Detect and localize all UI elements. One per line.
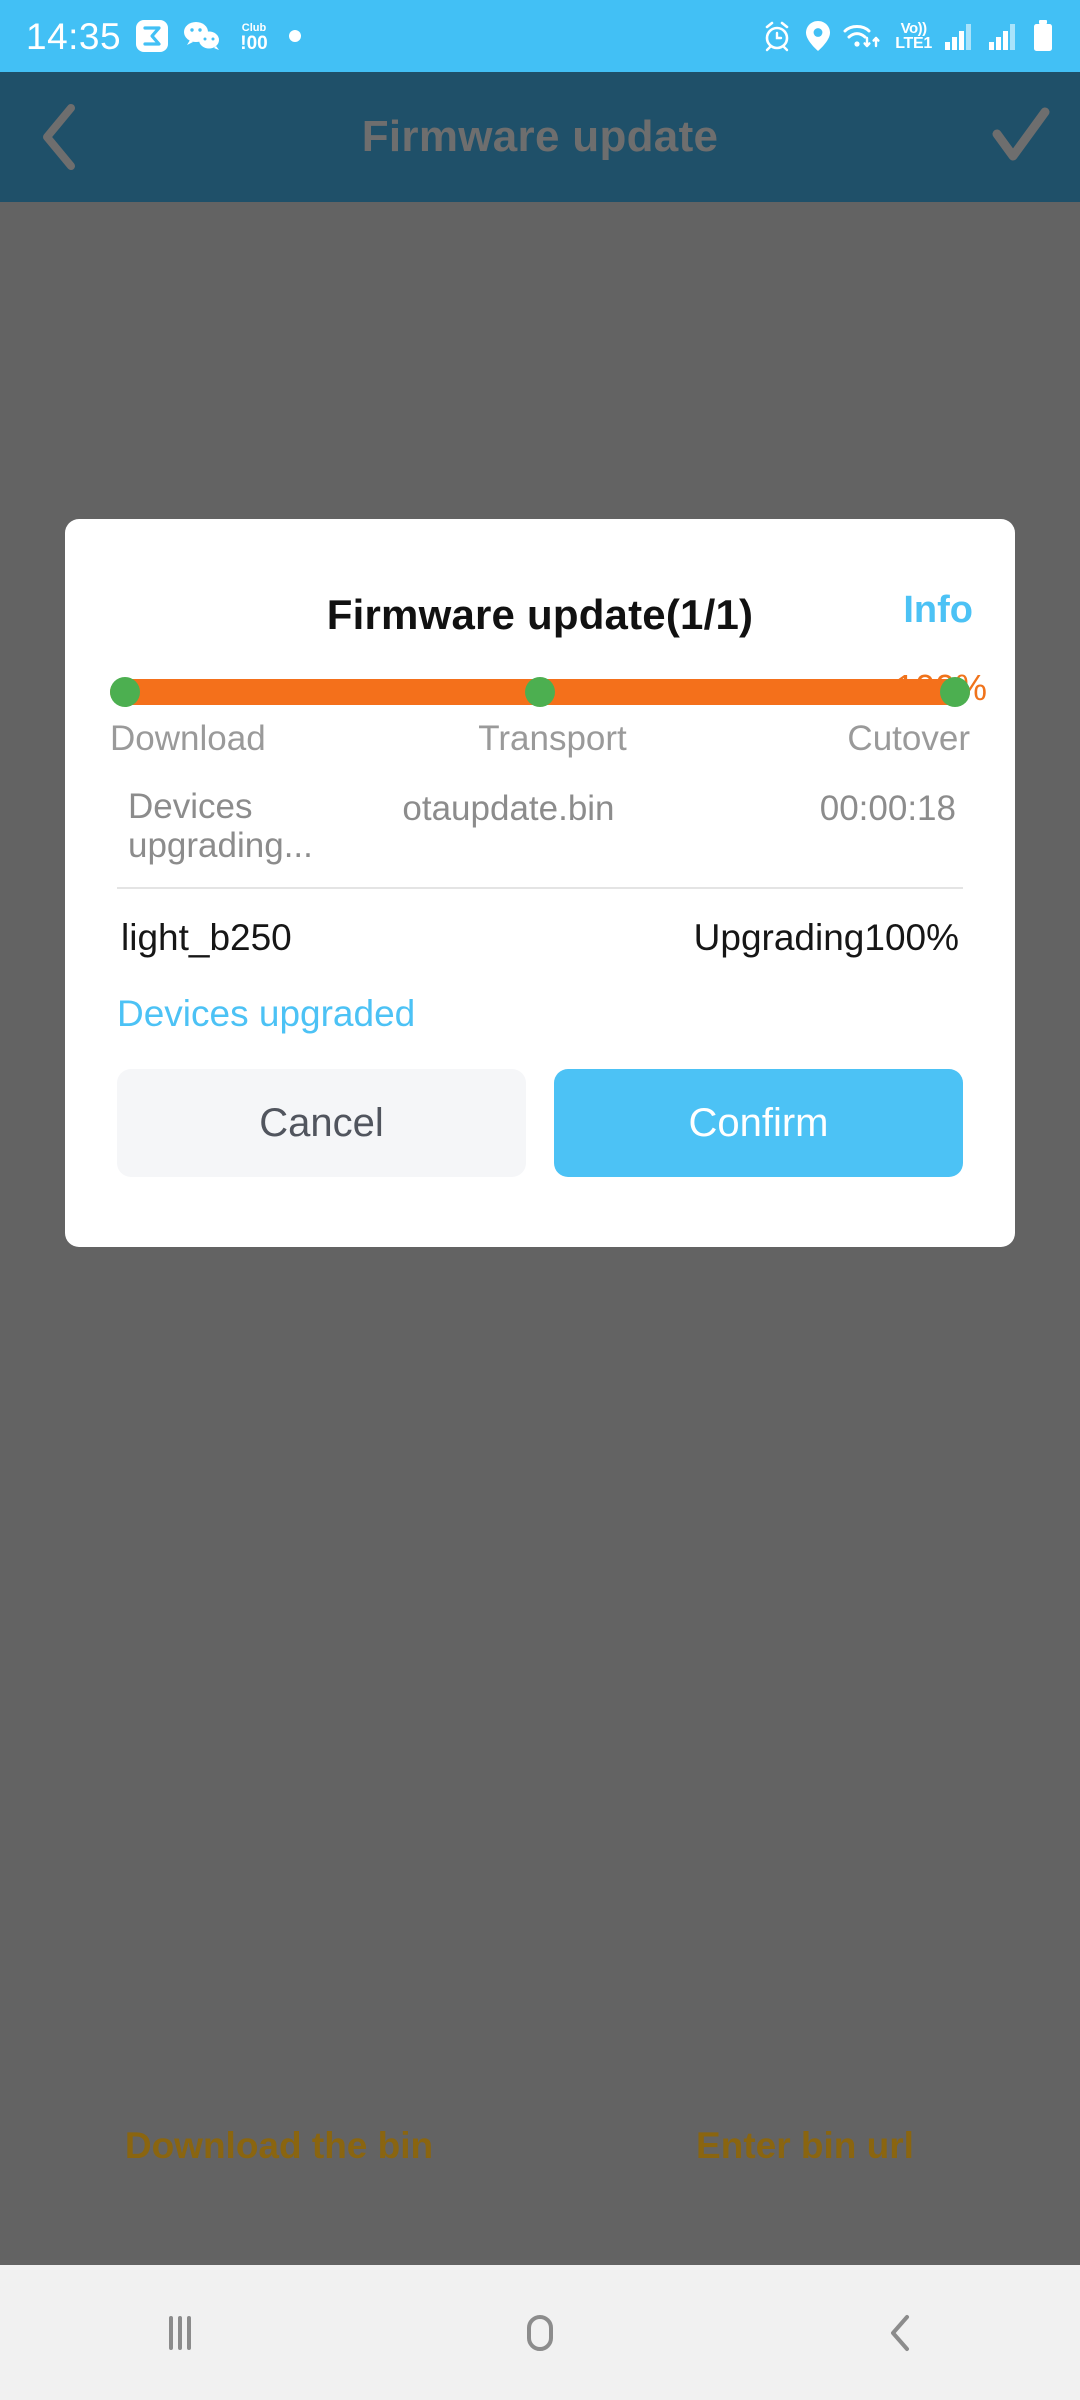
header-confirm-button[interactable] (960, 72, 1080, 202)
alarm-icon (761, 20, 793, 52)
system-nav-bar (0, 2265, 1080, 2400)
confirm-button[interactable]: Confirm (554, 1069, 963, 1178)
nav-recents-button[interactable] (80, 2265, 280, 2400)
dot-icon (287, 28, 303, 44)
firmware-update-dialog: Firmware update(1/1) Info 100% Download … (65, 519, 1015, 1248)
app-header: Firmware update (0, 72, 1080, 202)
devices-upgraded-note: Devices upgraded (117, 993, 416, 1035)
status-bar-left: 14:35 Club !00 (26, 18, 303, 55)
phone-screen: 14:35 Club !00 Vo)) LTE1 Firmware update… (0, 0, 1080, 2400)
elapsed-time: 00:00:18 (819, 789, 956, 828)
status-clock: 14:35 (26, 15, 122, 57)
enter-bin-url-link[interactable]: Enter bin url (540, 2125, 1080, 2167)
wechat-icon (183, 20, 221, 52)
volte-top-label: Vo)) (900, 19, 928, 37)
progress-section: 100% Download Transport Cutover (65, 667, 1015, 759)
device-status: Upgrading100% (693, 917, 959, 959)
step-marker-transport (525, 677, 555, 707)
svg-text:!00: !00 (240, 33, 267, 53)
dialog-title: Firmware update(1/1) (326, 591, 754, 638)
club100-icon: Club !00 (235, 19, 273, 53)
signal-bars-sim1-icon (944, 22, 976, 50)
dialog-actions: Cancel Confirm (65, 1069, 1015, 1247)
step-label-cutover: Cutover (847, 719, 970, 758)
step-marker-download (110, 677, 140, 707)
progress-step-labels: Download Transport Cutover (110, 719, 970, 759)
page-title: Firmware update (361, 112, 719, 161)
signal-bars-sim2-icon (988, 22, 1020, 50)
bottom-links-row: Download the bin Enter bin url (0, 2125, 1080, 2167)
status-bar-right: Vo)) LTE1 (761, 20, 1054, 52)
location-pin-icon (805, 20, 831, 52)
nav-back-button[interactable] (800, 2265, 1000, 2400)
update-status-text: Devices upgrading... (128, 787, 313, 866)
check-icon (992, 107, 1050, 161)
step-marker-cutover (940, 677, 970, 707)
volte-indicator: Vo)) LTE1 (895, 21, 932, 52)
wifi-icon (843, 20, 883, 52)
nav-home-button[interactable] (440, 2265, 640, 2400)
dialog-divider (117, 887, 963, 890)
header-back-button[interactable] (0, 72, 120, 202)
info-link[interactable]: Info (903, 589, 973, 632)
status-bar: 14:35 Club !00 Vo)) LTE1 (0, 0, 1080, 72)
dialog-header: Firmware update(1/1) Info (65, 519, 1015, 639)
volte-bottom-label: LTE1 (895, 34, 932, 52)
back-chevron-icon (891, 2314, 909, 2351)
sigma-app-icon (135, 19, 169, 53)
battery-icon (1032, 20, 1054, 52)
firmware-file-name: otaupdate.bin (402, 789, 615, 828)
recents-icon (169, 2315, 191, 2350)
table-row: light_b250 Upgrading100% (65, 917, 1015, 959)
update-meta-row: Devices upgrading... otaupdate.bin 00:00… (65, 787, 1015, 865)
chevron-left-icon (43, 104, 75, 170)
cancel-button[interactable]: Cancel (117, 1069, 526, 1178)
device-name: light_b250 (121, 917, 292, 959)
download-the-bin-link[interactable]: Download the bin (0, 2125, 540, 2167)
step-label-download: Download (110, 719, 266, 758)
step-label-transport: Transport (478, 719, 627, 758)
progress-bar (110, 677, 970, 707)
home-icon (527, 2314, 553, 2351)
